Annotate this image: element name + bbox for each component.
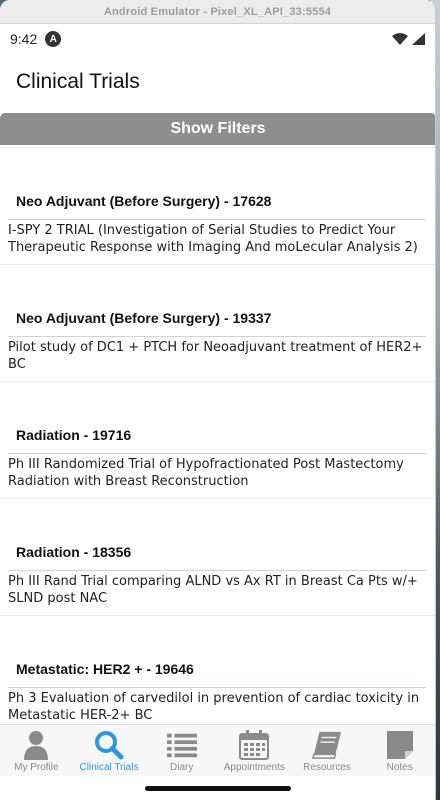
person-icon <box>21 729 51 761</box>
emulator-window: Android Emulator - Pixel_XL_API_33:5554 … <box>0 0 436 800</box>
list-icon <box>166 729 197 761</box>
divider <box>8 453 426 454</box>
trial-heading: Radiation - 19716 <box>16 427 132 443</box>
window-title: Android Emulator - Pixel_XL_API_33:5554 <box>103 5 332 18</box>
book-icon <box>312 729 342 761</box>
status-bar: 9:42 A <box>0 24 435 54</box>
trial-heading: Neo Adjuvant (Before Surgery) - 19337 <box>16 310 272 326</box>
tab-resources[interactable]: Resources <box>291 725 364 776</box>
tab-label: Appointments <box>223 762 285 773</box>
calendar-icon <box>239 729 270 761</box>
divider <box>8 219 426 220</box>
note-icon <box>385 729 415 761</box>
trial-item[interactable]: Radiation - 19716 Ph III Randomized Tria… <box>0 382 435 499</box>
tab-label: Clinical Trials <box>79 762 139 773</box>
trial-heading: Neo Adjuvant (Before Surgery) - 17628 <box>16 193 272 209</box>
divider <box>8 336 426 337</box>
trial-description: Pilot study of DC1 + PTCH for Neoadjuvan… <box>8 340 423 372</box>
tab-label: Notes <box>386 762 413 773</box>
trial-item[interactable]: Neo Adjuvant (Before Surgery) - 17628 I-… <box>0 148 435 265</box>
tab-label: Resources <box>303 762 351 773</box>
status-time: 9:42 <box>10 31 38 47</box>
wifi-icon <box>392 33 408 45</box>
search-icon <box>94 729 124 761</box>
divider <box>8 570 426 571</box>
tab-appointments[interactable]: Appointments <box>218 725 291 776</box>
trial-heading: Radiation - 18356 <box>16 544 132 560</box>
home-gesture-handle[interactable] <box>145 785 291 791</box>
show-filters-button[interactable]: Show Filters <box>0 113 435 145</box>
notification-app-icon: A <box>45 31 62 47</box>
trial-description: Ph 3 Evaluation of carvedilol in prevent… <box>8 691 420 723</box>
system-nav-bar <box>0 776 435 800</box>
tab-clinical-trials[interactable]: Clinical Trials <box>73 725 146 776</box>
tab-label: My Profile <box>14 762 59 773</box>
divider <box>8 687 426 688</box>
bottom-tab-bar: My Profile Clinical Trials Diary Appoint… <box>0 724 435 776</box>
trial-item[interactable]: Neo Adjuvant (Before Surgery) - 19337 Pi… <box>0 265 435 382</box>
trial-description: Ph III Rand Trial comparing ALND vs Ax R… <box>8 574 418 606</box>
trial-heading: Metastatic: HER2 + - 19646 <box>16 661 194 677</box>
page-title: Clinical Trials <box>16 70 140 93</box>
tab-diary[interactable]: Diary <box>145 725 218 776</box>
window-titlebar[interactable]: Android Emulator - Pixel_XL_API_33:5554 <box>0 0 435 24</box>
cell-signal-icon <box>412 33 425 45</box>
tab-notes[interactable]: Notes <box>363 725 435 776</box>
trial-description: I-SPY 2 TRIAL (Investigation of Serial S… <box>8 223 418 255</box>
trial-item[interactable]: Radiation - 18356 Ph III Rand Trial comp… <box>0 499 435 616</box>
status-icons <box>392 33 425 45</box>
trial-item[interactable]: Metastatic: HER2 + - 19646 Ph 3 Evaluati… <box>0 616 435 724</box>
trial-description: Ph III Randomized Trial of Hypofractiona… <box>8 457 404 489</box>
trials-list[interactable]: Neo Adjuvant (Before Surgery) - 17628 I-… <box>0 147 435 724</box>
tab-label: Diary <box>170 762 194 773</box>
tab-my-profile[interactable]: My Profile <box>0 725 73 776</box>
